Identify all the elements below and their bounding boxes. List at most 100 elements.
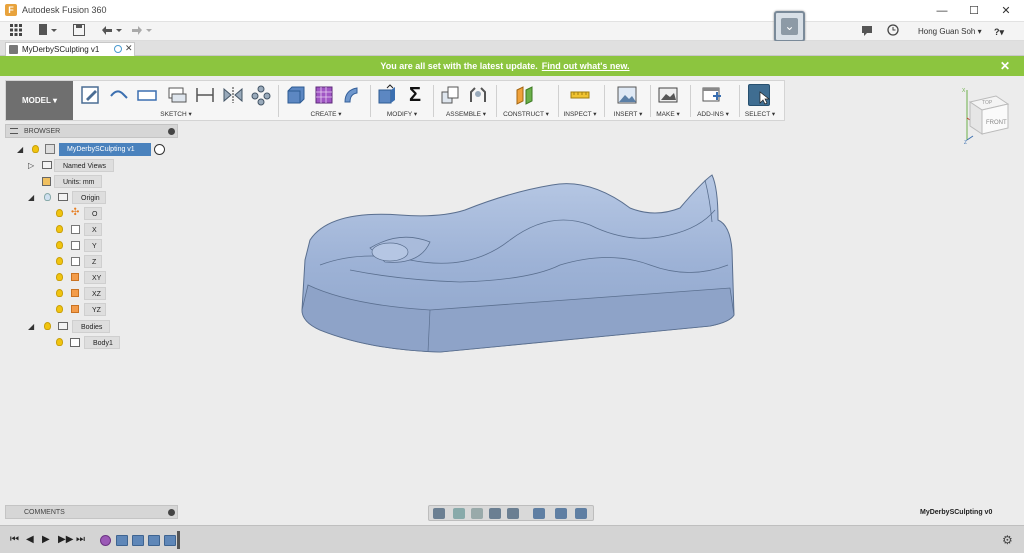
activate-radio-icon[interactable]: [154, 144, 165, 155]
line-icon[interactable]: [108, 84, 130, 106]
pan-icon[interactable]: [471, 508, 483, 519]
stop-sketch-icon[interactable]: [166, 84, 188, 106]
timeline-feature-icon[interactable]: [116, 535, 128, 546]
box-form-icon[interactable]: [313, 84, 335, 106]
dimension-icon[interactable]: [194, 84, 216, 106]
origin-item-row[interactable]: YZ: [54, 303, 114, 316]
visibility-bulb-icon[interactable]: [44, 322, 51, 330]
viewcube[interactable]: TOP FRONT X Z: [962, 88, 1012, 148]
visibility-bulb-icon[interactable]: [56, 338, 63, 346]
collapse-icon[interactable]: [10, 128, 18, 134]
file-icon[interactable]: [38, 24, 58, 38]
addins-menu[interactable]: ADD-INS ▾: [694, 110, 732, 118]
viewports-icon[interactable]: [575, 508, 587, 519]
expand-triangle-icon[interactable]: ◢: [28, 191, 34, 204]
browser-root-label[interactable]: MyDerbySCulpting v1: [59, 143, 151, 156]
sweep-icon[interactable]: [341, 84, 363, 106]
timeline-feature-icon[interactable]: [132, 535, 144, 546]
display-settings-icon[interactable]: [533, 508, 545, 519]
bodies-row[interactable]: ◢ Bodies: [28, 320, 118, 333]
save-icon[interactable]: [72, 24, 86, 38]
timeline-play-button[interactable]: ▶: [42, 534, 50, 545]
browser-panel-header[interactable]: BROWSER: [5, 124, 178, 138]
notifications-icon[interactable]: [860, 24, 874, 38]
zoom-icon[interactable]: [489, 508, 501, 519]
expand-triangle-icon[interactable]: ▷: [28, 159, 34, 172]
minimize-button[interactable]: —: [928, 3, 956, 19]
document-tab[interactable]: MyDerbySCulpting v1 ✕: [5, 42, 135, 56]
origin-item-row[interactable]: Y: [54, 239, 114, 252]
select-menu[interactable]: SELECT ▾: [740, 110, 780, 118]
visibility-bulb-icon[interactable]: [56, 257, 63, 265]
maximize-button[interactable]: ☐: [960, 3, 988, 19]
visibility-bulb-icon[interactable]: [32, 145, 39, 153]
gear-icon[interactable]: ⚙: [1002, 533, 1013, 547]
origin-item-row[interactable]: XZ: [54, 287, 114, 300]
grid-icon[interactable]: [9, 24, 23, 38]
look-at-icon[interactable]: [453, 508, 465, 519]
inspect-menu[interactable]: INSPECT ▾: [560, 110, 600, 118]
pattern-icon[interactable]: [250, 84, 272, 106]
timeline-end-button[interactable]: ⏭: [76, 534, 85, 545]
3d-print-icon[interactable]: [657, 84, 679, 106]
modify-menu[interactable]: MODIFY ▾: [382, 110, 422, 118]
workspace-switcher[interactable]: MODEL ▾: [6, 81, 73, 120]
form-feature-icon[interactable]: [100, 535, 111, 546]
create-menu[interactable]: CREATE ▾: [306, 110, 346, 118]
visibility-bulb-icon[interactable]: [56, 225, 63, 233]
rectangle-icon[interactable]: [136, 84, 158, 106]
timeline-forward-button[interactable]: ▶▶: [58, 534, 73, 545]
browser-root-row[interactable]: ◢ MyDerbySCulpting v1: [17, 143, 172, 156]
visibility-bulb-icon[interactable]: [56, 209, 63, 217]
parameters-icon[interactable]: Σ: [404, 84, 426, 106]
offset-plane-icon[interactable]: [514, 84, 536, 106]
mirror-icon[interactable]: [222, 84, 244, 106]
banner-close-button[interactable]: ✕: [1000, 59, 1010, 73]
create-form-icon[interactable]: [285, 84, 307, 106]
origin-item-row[interactable]: ✣ O: [54, 207, 114, 220]
origin-item-row[interactable]: Z: [54, 255, 114, 268]
expand-triangle-icon[interactable]: ◢: [17, 143, 23, 156]
grid-settings-icon[interactable]: [555, 508, 567, 519]
timeline-feature-icon[interactable]: [148, 535, 160, 546]
visibility-bulb-icon[interactable]: [56, 289, 63, 297]
press-pull-icon[interactable]: [376, 84, 398, 106]
assemble-menu[interactable]: ASSEMBLE ▾: [442, 110, 490, 118]
origin-item-row[interactable]: X: [54, 223, 114, 236]
timeline-start-button[interactable]: ⏮: [10, 534, 19, 545]
units-row[interactable]: Units: mm: [40, 175, 110, 188]
visibility-bulb-icon[interactable]: [44, 193, 51, 201]
help-menu[interactable]: ?▾: [994, 27, 1004, 38]
body-row[interactable]: Body1: [54, 336, 124, 349]
timeline-marker[interactable]: [177, 531, 180, 549]
named-views-row[interactable]: ▷ Named Views: [28, 159, 118, 172]
job-status-icon[interactable]: [886, 24, 900, 38]
joint-icon[interactable]: [467, 84, 489, 106]
new-component-icon[interactable]: [439, 84, 461, 106]
pin-icon[interactable]: [168, 509, 175, 516]
origin-item-row[interactable]: XY: [54, 271, 114, 284]
visibility-bulb-icon[interactable]: [56, 241, 63, 249]
whats-new-link[interactable]: Find out what's new.: [542, 61, 630, 71]
user-account-menu[interactable]: Hong Guan Soh ▾: [918, 27, 982, 36]
make-menu[interactable]: MAKE ▾: [652, 110, 684, 118]
visibility-bulb-icon[interactable]: [56, 305, 63, 313]
timeline-back-button[interactable]: ◀: [26, 534, 34, 545]
construct-menu[interactable]: CONSTRUCT ▾: [500, 110, 552, 118]
derby-car-model[interactable]: [290, 170, 750, 360]
sketch-menu[interactable]: SKETCH ▾: [156, 110, 196, 118]
create-sketch-icon[interactable]: [80, 84, 102, 106]
fit-icon[interactable]: [507, 508, 519, 519]
insert-menu[interactable]: INSERT ▾: [610, 110, 646, 118]
visibility-bulb-icon[interactable]: [56, 273, 63, 281]
close-window-button[interactable]: ✕: [992, 3, 1020, 19]
undo-icon[interactable]: [100, 24, 122, 38]
viewcube-graphic[interactable]: [962, 88, 1012, 148]
measure-icon[interactable]: [569, 84, 591, 106]
pin-icon[interactable]: [168, 128, 175, 135]
timeline-feature-icon[interactable]: [164, 535, 176, 546]
scripts-addins-icon[interactable]: [701, 84, 723, 106]
origin-row[interactable]: ◢ Origin: [28, 191, 108, 204]
close-tab-button[interactable]: ✕: [125, 43, 133, 54]
expand-triangle-icon[interactable]: ◢: [28, 320, 34, 333]
